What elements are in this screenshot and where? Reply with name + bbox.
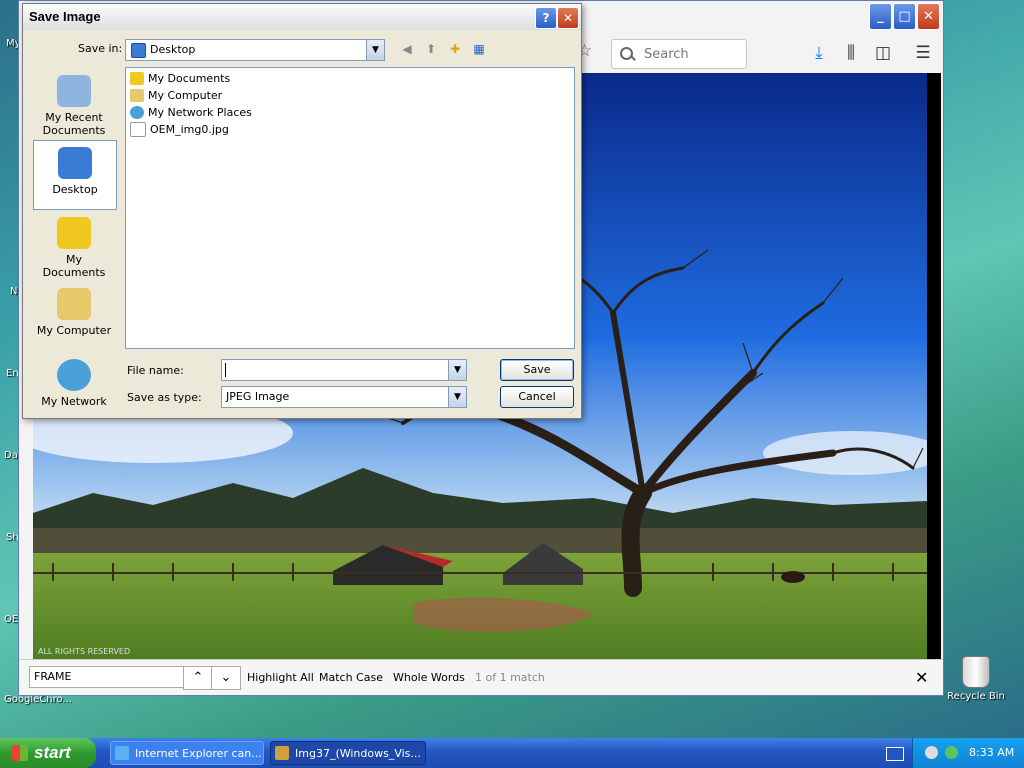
highlight-all-toggle[interactable]: Highlight All [247, 671, 314, 684]
download-icon[interactable]: ⤓ [809, 43, 829, 63]
file-name: OEM_img0.jpg [150, 122, 229, 136]
save-button[interactable]: Save [500, 359, 574, 381]
minimize-button[interactable]: _ [869, 3, 892, 30]
tray-network-icon[interactable] [945, 746, 958, 759]
file-name: My Computer [148, 88, 223, 102]
place-my-documents[interactable]: My Documents [33, 211, 115, 279]
place-label: Desktop [52, 183, 98, 196]
library-icon[interactable]: ⫼ [841, 43, 861, 63]
search-icon [620, 47, 634, 61]
search-field[interactable] [611, 39, 747, 69]
file-name-field[interactable]: ▼ [221, 359, 467, 381]
windows-flag-icon [12, 745, 28, 761]
find-previous-button[interactable]: ⌃ [183, 666, 213, 690]
save-in-label: Save in: [78, 42, 123, 55]
list-item[interactable]: My Network Places [130, 104, 252, 120]
window-controls: _ □ ✕ [869, 3, 940, 30]
close-find-bar-icon[interactable]: ✕ [915, 668, 928, 687]
find-next-button[interactable]: ⌄ [211, 666, 241, 690]
desktop-label-partial[interactable]: N [10, 286, 17, 297]
desktop-label-partial[interactable]: Sh [6, 532, 19, 543]
dialog-close-button[interactable]: ✕ [557, 7, 579, 29]
start-button[interactable]: start [0, 738, 96, 768]
cancel-button[interactable]: Cancel [500, 386, 574, 408]
file-list[interactable]: My Documents My Computer My Network Plac… [125, 67, 575, 349]
save-as-type-value: JPEG Image [226, 390, 290, 403]
task-label: Internet Explorer can... [135, 746, 262, 760]
place-label: My Computer [36, 324, 112, 337]
save-as-type-label: Save as type: [127, 391, 202, 404]
taskbar-item-image[interactable]: Img37_(Windows_Vis... [270, 741, 426, 765]
maximize-button[interactable]: □ [893, 3, 916, 30]
list-item[interactable]: OEM_img0.jpg [130, 121, 229, 137]
file-name-label: File name: [127, 364, 184, 377]
save-image-dialog: Save Image ? ✕ Save in: Desktop ▼ ◀ ⬆ ✚ … [22, 3, 582, 419]
my-computer-icon [57, 288, 91, 320]
internet-explorer-icon [115, 746, 129, 760]
computer-icon [130, 88, 144, 102]
folder-icon [130, 71, 144, 85]
recycle-bin[interactable]: Recycle Bin [944, 656, 1008, 702]
recent-documents-icon [57, 75, 91, 107]
chevron-down-icon[interactable]: ▼ [448, 387, 466, 407]
clock[interactable]: 8:33 AM [969, 746, 1014, 759]
find-bar: FRAME ⌃ ⌄ Highlight All Match Case Whole… [19, 659, 943, 695]
recycle-bin-label: Recycle Bin [947, 691, 1005, 702]
desktop-label-partial[interactable]: Da [4, 450, 18, 461]
save-in-value: Desktop [150, 43, 196, 56]
file-name: My Documents [148, 71, 231, 85]
keyboard-icon[interactable] [886, 747, 904, 761]
system-tray: 8:33 AM [912, 738, 1024, 768]
sidebar-icon[interactable]: ◫ [873, 43, 893, 63]
place-label: My Documents [42, 253, 106, 279]
place-label: My Recent Documents [42, 111, 106, 137]
help-button[interactable]: ? [535, 7, 557, 29]
desktop-label-partial[interactable]: En [6, 368, 19, 379]
menu-icon[interactable]: ☰ [913, 43, 933, 63]
desktop-icon [58, 147, 92, 179]
back-icon[interactable]: ◀ [399, 41, 415, 57]
taskbar-item-internet-explorer[interactable]: Internet Explorer can... [110, 741, 264, 765]
image-credit: ALL RIGHTS RESERVED [38, 647, 131, 656]
save-as-type-select[interactable]: JPEG Image ▼ [221, 386, 467, 408]
places-bar: My Recent Documents Desktop My Documents… [31, 67, 117, 411]
tray-status-icon[interactable] [925, 746, 938, 759]
start-label: start [34, 743, 71, 762]
task-label: Img37_(Windows_Vis... [295, 746, 421, 760]
find-status: 1 of 1 match [475, 671, 545, 684]
up-folder-icon[interactable]: ⬆ [423, 41, 439, 57]
match-case-toggle[interactable]: Match Case [319, 671, 383, 684]
jpg-file-icon [130, 121, 146, 137]
place-label: My Network [41, 395, 107, 408]
network-icon [130, 105, 144, 119]
desktop-small-icon [131, 43, 146, 58]
dialog-title-bar[interactable]: Save Image ? ✕ [23, 4, 581, 30]
place-recent-documents[interactable]: My Recent Documents [33, 69, 115, 137]
place-my-network[interactable]: My Network [33, 353, 115, 421]
file-name: My Network Places [148, 105, 252, 119]
save-in-select[interactable]: Desktop ▼ [125, 39, 385, 61]
views-menu-icon[interactable]: ▦ [471, 41, 487, 57]
new-folder-icon[interactable]: ✚ [447, 41, 463, 57]
chevron-down-icon[interactable]: ▼ [366, 40, 384, 60]
taskbar: start Internet Explorer can... Img37_(Wi… [0, 738, 1024, 768]
list-item[interactable]: My Documents [130, 70, 230, 86]
place-my-computer[interactable]: My Computer [33, 282, 115, 350]
recycle-bin-icon [962, 656, 990, 688]
chevron-down-icon[interactable]: ▼ [448, 360, 466, 380]
image-viewer-icon [275, 746, 289, 760]
desktop-label-partial[interactable]: OE [4, 614, 18, 625]
my-documents-icon [57, 217, 91, 249]
whole-words-toggle[interactable]: Whole Words [393, 671, 465, 684]
search-input[interactable] [642, 45, 736, 63]
dialog-title: Save Image [29, 9, 101, 24]
text-caret [225, 363, 226, 377]
find-input[interactable]: FRAME [29, 666, 191, 688]
place-desktop[interactable]: Desktop [33, 140, 117, 210]
list-item[interactable]: My Computer [130, 87, 222, 103]
my-network-icon [57, 359, 91, 391]
close-button[interactable]: ✕ [917, 3, 940, 30]
resize-grip-icon[interactable]: ⋰ [569, 406, 579, 416]
